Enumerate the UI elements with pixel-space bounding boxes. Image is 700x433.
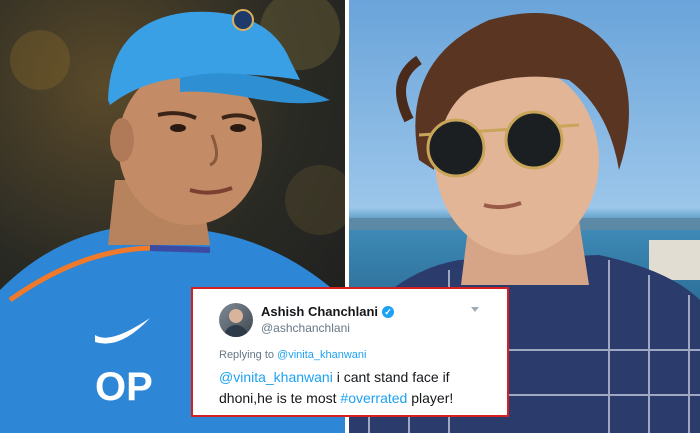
author-name[interactable]: Ashish Chanchlani [261,304,378,319]
tweet-author[interactable]: Ashish Chanchlani ✓ [261,304,395,319]
verified-badge-icon: ✓ [382,306,395,318]
replying-to-line: Replying to @vinita_khanwani [219,349,367,361]
replying-to-link[interactable]: @vinita_khanwani [277,349,366,361]
chevron-down-icon[interactable] [471,307,479,312]
hashtag-link[interactable]: #overrated [340,390,407,406]
tweet-card[interactable]: Ashish Chanchlani ✓ @ashchanchlani Replyi… [191,287,509,417]
tweet-text: @vinita_khanwani i cant stand face if dh… [219,367,499,409]
replying-to-label: Replying to [219,349,275,361]
svg-text:OP: OP [95,365,153,409]
author-handle[interactable]: @ashchanchlani [261,321,350,335]
avatar[interactable] [219,303,253,337]
mention-link[interactable]: @vinita_khanwani [219,369,333,385]
tweet-text-part2: player! [407,390,454,406]
